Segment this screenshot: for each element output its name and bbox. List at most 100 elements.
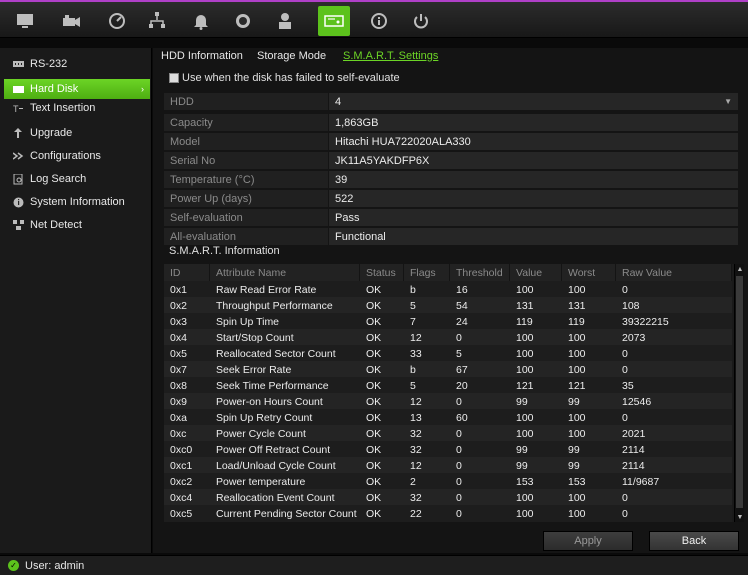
table-cell: 131: [568, 299, 586, 312]
table-cell: Reallocated Sector Count: [216, 347, 336, 360]
table-cell: 0: [622, 347, 628, 360]
chevron-down-icon: ▼: [724, 97, 732, 106]
table-cell: 99: [516, 459, 528, 472]
table-cell: 0x1: [170, 283, 187, 296]
table-cell: 153: [568, 475, 586, 488]
table-cell: 0xc5: [170, 507, 193, 520]
table-cell: 100: [568, 331, 586, 344]
table-cell: OK: [366, 283, 382, 296]
table-row: 0xc4 Reallocation Event Count OK 32 0 100 100 0: [164, 489, 732, 506]
self-evaluate-option[interactable]: Use when the disk has failed to self-eva…: [169, 72, 400, 84]
table-cell: Seek Time Performance: [216, 379, 329, 392]
monitor-icon[interactable]: [10, 6, 40, 36]
table-cell: 35: [622, 379, 634, 392]
info-row-model: Model Hitachi HUA722020ALA330: [164, 133, 738, 150]
table-cell: 100: [516, 491, 534, 504]
table-cell: OK: [366, 411, 382, 424]
info-icon[interactable]: [364, 6, 394, 36]
record-icon[interactable]: [228, 6, 258, 36]
table-cell: Load/Unload Cycle Count: [216, 459, 336, 472]
table-cell: 0xc: [170, 427, 187, 440]
playback-icon[interactable]: [102, 6, 132, 36]
table-cell: 39322215: [622, 315, 669, 328]
log-search-icon: [12, 173, 24, 185]
column-header: Raw Value: [616, 264, 732, 281]
table-cell: 99: [516, 395, 528, 408]
table-cell: 100: [568, 363, 586, 376]
table-row: 0x1 Raw Read Error Rate OK b 16 100 100 0: [164, 281, 732, 298]
table-header: ID Attribute Name Status Flags Threshold Valu…: [164, 264, 732, 281]
table-cell: 99: [516, 443, 528, 456]
hdd-label: HDD: [164, 93, 328, 110]
back-button[interactable]: Back: [649, 531, 739, 551]
hdd-icon[interactable]: [318, 6, 350, 36]
sidebar-item-hard-disk[interactable]: Hard Disk ›: [4, 79, 150, 99]
tab-hdd-information[interactable]: HDD Information: [161, 50, 243, 62]
capacity-label: Capacity: [164, 114, 328, 131]
table-cell: 99: [568, 459, 580, 472]
table-row: 0xc2 Power temperature OK 2 0 153 153 11/9687: [164, 473, 732, 490]
table-scrollbar[interactable]: ▲ ▼: [734, 264, 744, 522]
table-cell: Seek Error Rate: [216, 363, 292, 376]
power-up-label: Power Up (days): [164, 190, 328, 207]
user-icon[interactable]: [270, 6, 300, 36]
tab-smart-settings[interactable]: S.M.A.R.T. Settings: [343, 50, 438, 62]
temperature-label: Temperature (°C): [164, 171, 328, 188]
table-cell: b: [410, 283, 416, 296]
sidebar-item-system-information[interactable]: System Information: [4, 192, 150, 212]
table-cell: 0: [622, 283, 628, 296]
table-cell: OK: [366, 379, 382, 392]
scroll-down-icon[interactable]: ▼: [735, 512, 745, 522]
table-cell: OK: [366, 395, 382, 408]
smart-section-title: S.M.A.R.T. Information: [169, 245, 280, 257]
table-cell: 2114: [622, 459, 645, 472]
rs232-icon: [12, 58, 24, 70]
network-icon[interactable]: [142, 6, 172, 36]
table-cell: 2114: [622, 443, 645, 456]
table-cell: OK: [366, 347, 382, 360]
camera-icon[interactable]: [56, 6, 86, 36]
table-cell: Power temperature: [216, 475, 306, 488]
svg-text:T: T: [13, 104, 19, 113]
apply-button[interactable]: Apply: [543, 531, 633, 551]
self-evaluate-checkbox[interactable]: [169, 73, 179, 83]
scroll-thumb[interactable]: [736, 276, 743, 508]
table-cell: 16: [456, 283, 468, 296]
top-menu-bar: [0, 0, 748, 38]
table-cell: 32: [410, 443, 422, 456]
status-bar: ✓ User: admin: [0, 555, 748, 575]
sidebar-item-configurations[interactable]: Configurations: [4, 146, 150, 166]
table-row: 0x5 Reallocated Sector Count OK 33 5 100 100 0: [164, 345, 732, 362]
system-information-icon: [12, 196, 24, 208]
all-evaluation-value: Functional: [329, 228, 738, 245]
sidebar-item-log-search[interactable]: Log Search: [4, 169, 150, 189]
serial-label: Serial No: [164, 152, 328, 169]
scroll-up-icon[interactable]: ▲: [735, 264, 745, 274]
table-cell: 108: [622, 299, 640, 312]
sidebar-item-net-detect[interactable]: Net Detect: [4, 215, 150, 235]
smart-table: ID Attribute Name Status Flags Threshold Valu…: [164, 264, 744, 522]
tab-storage-mode[interactable]: Storage Mode: [257, 50, 326, 62]
power-icon[interactable]: [406, 6, 436, 36]
sidebar-item-rs232[interactable]: RS-232: [4, 54, 150, 74]
info-row-all-evaluation: All-evaluation Functional: [164, 228, 738, 245]
table-row: 0x4 Start/Stop Count OK 12 0 100 100 2073: [164, 329, 732, 346]
table-cell: 0x8: [170, 379, 187, 392]
current-user: User: admin: [25, 559, 85, 572]
table-cell: 100: [516, 411, 534, 424]
table-cell: 32: [410, 427, 422, 440]
hdd-select[interactable]: 4 ▼: [329, 93, 738, 110]
sidebar: RS-232 Hard Disk › T Text Insertion Upgr…: [0, 48, 152, 553]
table-cell: Spin Up Time: [216, 315, 280, 328]
table-cell: 0xc1: [170, 459, 193, 472]
alarm-bell-icon[interactable]: [186, 6, 216, 36]
table-cell: 0: [456, 459, 462, 472]
table-cell: 0xc0: [170, 443, 193, 456]
sidebar-item-upgrade[interactable]: Upgrade: [4, 123, 150, 143]
chevron-right-icon: ›: [141, 84, 144, 94]
sidebar-item-text-insertion[interactable]: T Text Insertion: [4, 98, 150, 118]
table-cell: b: [410, 363, 416, 376]
harddisk-icon: [12, 83, 24, 95]
table-cell: 32: [410, 491, 422, 504]
column-header: Attribute Name: [210, 264, 360, 281]
